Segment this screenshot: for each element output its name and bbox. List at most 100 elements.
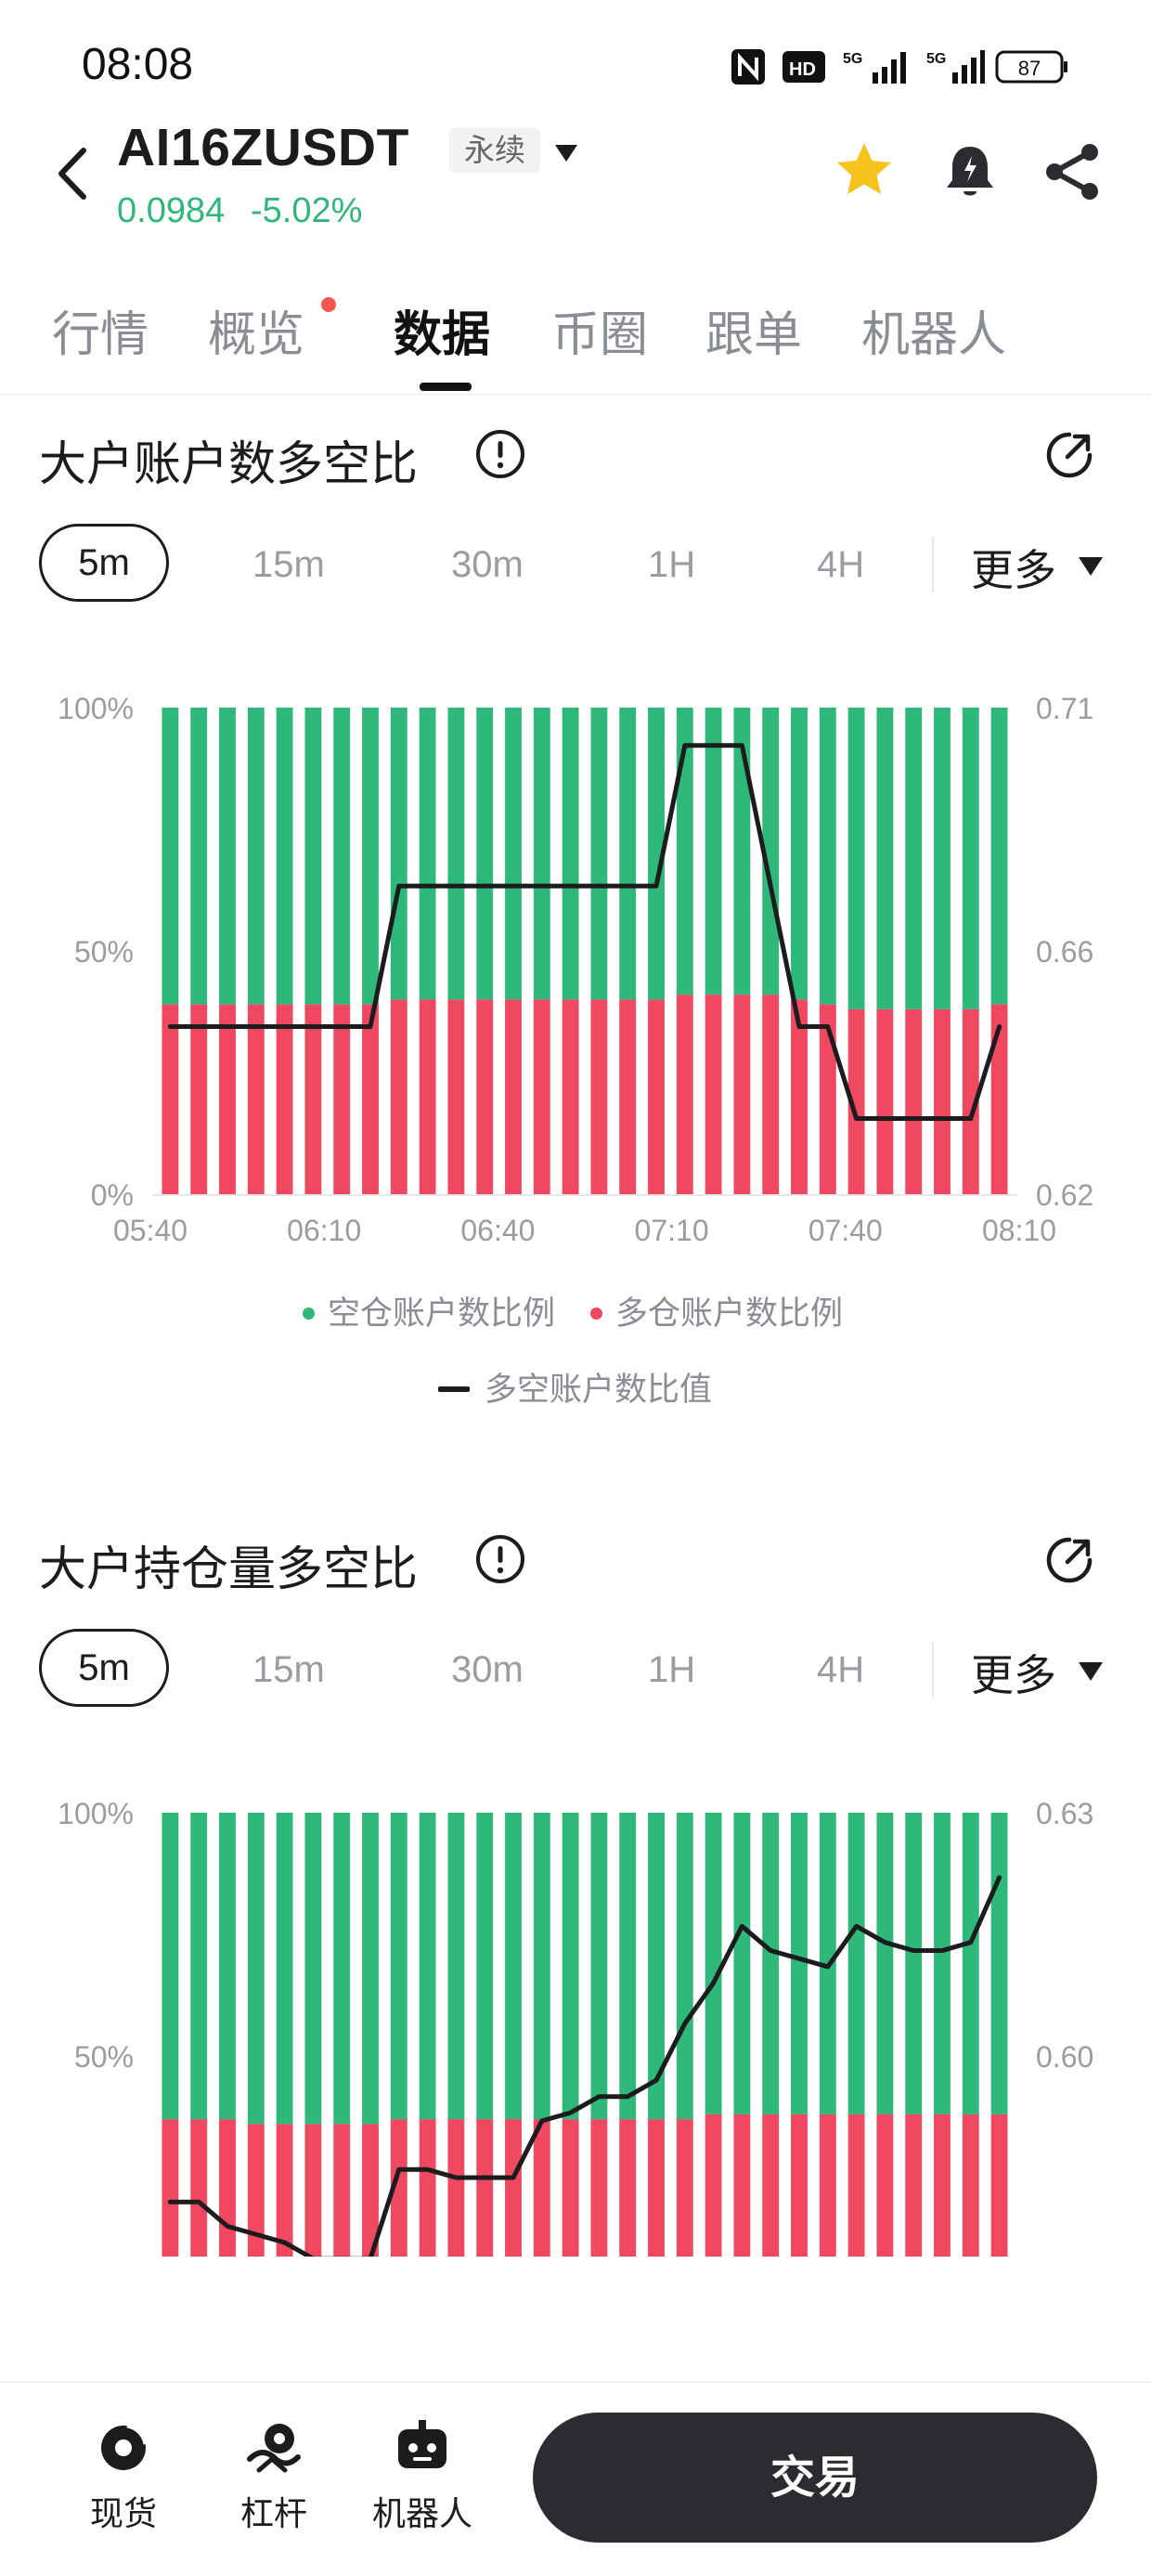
nav-spot-label: 现货 — [89, 2495, 157, 2533]
tab-community[interactable]: 币圈 — [551, 295, 648, 365]
bar-short-2 — [219, 708, 236, 1005]
alert-button[interactable] — [938, 139, 1002, 204]
legend-ratio-label: 多空账户数比值 — [485, 1372, 713, 1409]
bar-short-27 — [934, 1813, 951, 2114]
legend-long-label: 多仓账户数比例 — [615, 1295, 844, 1333]
bar-long-14 — [562, 999, 579, 1194]
y-right-tick-0: 0.71 — [1036, 692, 1093, 725]
interval-5m[interactable]: 5m — [39, 524, 169, 602]
interval-1h-2[interactable]: 1H — [648, 1649, 695, 1691]
chevron-left-icon — [58, 148, 86, 200]
bar-long-11 — [476, 999, 494, 1194]
bar-long-3 — [247, 1004, 265, 1194]
interval-30m[interactable]: 30m — [451, 544, 524, 586]
tab-data[interactable]: 数据 — [394, 295, 490, 365]
interval-15m[interactable]: 15m — [252, 544, 325, 586]
fullscreen-icon-2[interactable] — [1043, 1534, 1095, 1586]
bar-short-4 — [276, 1813, 293, 2125]
more-intervals-button[interactable]: 更多 — [971, 537, 1056, 598]
bar-long-1 — [190, 2119, 208, 2257]
bar-short-6 — [333, 708, 351, 1005]
bar-short-26 — [905, 1813, 923, 2114]
bar-long-20 — [733, 2114, 751, 2257]
bar-long-13 — [533, 999, 550, 1194]
bar-long-10 — [447, 2119, 465, 2257]
more-caret-icon[interactable] — [1077, 555, 1105, 581]
nav-spot[interactable]: 现货 — [63, 2418, 184, 2535]
symbol-title[interactable]: AI16ZUSDT — [117, 117, 409, 178]
bar-long-12 — [505, 999, 522, 1194]
nav-robot[interactable]: 机器人 — [362, 2418, 483, 2535]
share-button[interactable] — [1040, 139, 1105, 204]
bar-long-27 — [934, 2114, 951, 2257]
interval-15m-2[interactable]: 15m — [252, 1649, 325, 1691]
bar-long-6 — [333, 2124, 351, 2257]
x-tick-1: 06:10 — [287, 1214, 361, 1247]
bar-short-19 — [705, 708, 722, 995]
x-tick-5: 08:10 — [982, 1214, 1056, 1247]
bar-short-26 — [905, 708, 923, 1009]
bar-long-21 — [762, 995, 780, 1194]
bar-long-5 — [304, 2124, 322, 2257]
bar-long-6 — [333, 1004, 351, 1194]
y-right-tick-1: 0.66 — [1036, 935, 1093, 969]
x-tick-3: 07:10 — [635, 1214, 709, 1247]
bar-short-2 — [219, 1813, 236, 2120]
legend-long-accounts[interactable]: 多仓账户数比例 — [590, 1287, 843, 1334]
bar-short-1 — [190, 708, 208, 1005]
bar-short-1 — [190, 1813, 208, 2120]
bar-long-27 — [934, 1008, 951, 1194]
status-time: 08:08 — [82, 40, 194, 89]
bar-long-21 — [762, 2114, 780, 2257]
y-left-tick-2: 0% — [91, 1178, 134, 1212]
ratio-line — [167, 1875, 1002, 2257]
y-left-tick-1: 50% — [74, 2040, 134, 2074]
bar-short-9 — [419, 708, 436, 1000]
bar-long-4 — [276, 2124, 293, 2257]
bar-short-21 — [762, 1813, 780, 2114]
bar-short-29 — [990, 708, 1008, 1005]
tab-market[interactable]: 行情 — [52, 295, 149, 365]
bar-short-23 — [819, 708, 836, 1005]
interval-5m-2[interactable]: 5m — [39, 1629, 169, 1707]
nav-robot-label: 机器人 — [371, 2495, 472, 2533]
bar-long-22 — [791, 2114, 808, 2257]
interval-4h[interactable]: 4H — [817, 544, 864, 586]
bar-long-8 — [390, 999, 407, 1194]
bar-short-16 — [619, 708, 637, 1000]
interval-1h[interactable]: 1H — [648, 544, 695, 586]
bar-short-15 — [590, 1813, 608, 2120]
info-icon-2[interactable] — [475, 1534, 525, 1584]
hd-icon: HD — [782, 48, 826, 85]
tabs-divider — [0, 394, 1151, 396]
more-caret-icon-2[interactable] — [1077, 1660, 1105, 1686]
info-icon[interactable] — [475, 429, 525, 479]
bar-long-9 — [419, 2119, 436, 2257]
nav-margin[interactable]: 杠杆 — [213, 2418, 334, 2535]
bar-short-14 — [562, 708, 579, 1000]
tab-copy-trading[interactable]: 跟单 — [705, 295, 802, 365]
tab-overview[interactable]: 概览 — [208, 295, 304, 365]
bar-long-18 — [676, 2119, 693, 2257]
nav-margin-label: 杠杆 — [239, 2495, 307, 2533]
bar-long-28 — [962, 2114, 979, 2257]
bar-short-28 — [962, 1813, 979, 2114]
interval-30m-2[interactable]: 30m — [451, 1649, 524, 1691]
bar-short-24 — [847, 1813, 865, 2114]
interval-4h-2[interactable]: 4H — [817, 1649, 864, 1691]
favorite-button[interactable] — [832, 137, 897, 202]
bar-long-9 — [419, 999, 436, 1194]
star-icon — [837, 143, 891, 194]
bar-long-23 — [819, 2114, 836, 2257]
fullscreen-icon[interactable] — [1043, 429, 1095, 481]
bar-short-15 — [590, 708, 608, 1000]
legend-short-accounts[interactable]: 空仓账户数比例 — [303, 1287, 555, 1334]
bar-long-24 — [847, 2114, 865, 2257]
more-intervals-button-2[interactable]: 更多 — [971, 1642, 1056, 1703]
bar-short-18 — [676, 1813, 693, 2120]
legend-ratio[interactable]: 多空账户数比值 — [438, 1363, 712, 1411]
tab-bots[interactable]: 机器人 — [861, 295, 1006, 365]
symbol-dropdown-icon[interactable] — [553, 143, 579, 167]
back-button[interactable] — [48, 141, 95, 206]
trade-button[interactable]: 交易 — [533, 2413, 1097, 2543]
